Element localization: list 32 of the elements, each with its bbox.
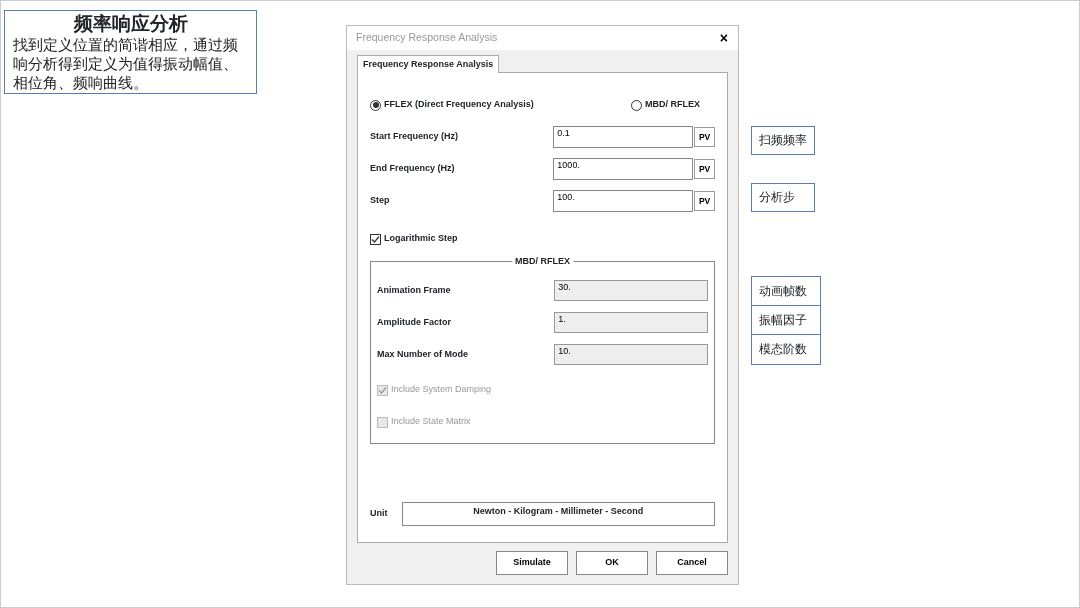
radio-option[interactable]: FFLEX (Direct Frequency Analysis) [370, 98, 534, 112]
close-button[interactable]: × [719, 31, 728, 45]
field-label: Max Number of Mode [377, 347, 469, 361]
field-label: Animation Frame [377, 283, 452, 297]
field-label: Amplitude Factor [377, 315, 452, 329]
callout-label: 分析步 [751, 183, 815, 212]
unit-label: Unit [370, 507, 389, 521]
callout-label: 扫频频率 [751, 126, 815, 155]
field-label: Start Frequency (Hz) [370, 130, 459, 144]
pv-button[interactable]: PV [694, 191, 715, 211]
input-field[interactable]: 1000. [553, 158, 694, 180]
pv-button[interactable]: PV [694, 159, 715, 179]
checkmark-icon [378, 385, 387, 395]
pv-button[interactable]: PV [694, 127, 715, 147]
dialog-button[interactable]: OK [576, 551, 648, 575]
field-label: Step [370, 194, 391, 208]
slide-title: 频率响应分析 [72, 12, 189, 36]
tab[interactable]: Frequency Response Analysis [357, 55, 500, 73]
window-title: Frequency Response Analysis [356, 30, 498, 46]
description-text: 找到定义位置的简谐相应，通过频响分析得到定义为值得振动幅值、相位角、频响曲线。 [13, 36, 239, 93]
input-field[interactable]: 0.1 [553, 126, 694, 148]
unit-field: Newton - Kilogram - Millimeter - Second [401, 502, 715, 526]
field-label: End Frequency (Hz) [370, 162, 456, 176]
dialog-button[interactable]: Cancel [656, 551, 728, 575]
table-cell: 动画帧数 [752, 277, 820, 306]
dialog-button[interactable]: Simulate [496, 551, 568, 575]
table-cell: 振幅因子 [752, 306, 820, 335]
radio-option[interactable]: MBD/ RFLEX [631, 98, 700, 112]
checkbox-option[interactable]: Logarithmic Step [370, 232, 715, 246]
input-field[interactable]: 100. [553, 190, 694, 212]
table-cell-text: 模态阶数 [758, 341, 808, 358]
checkmark-icon [371, 234, 380, 244]
